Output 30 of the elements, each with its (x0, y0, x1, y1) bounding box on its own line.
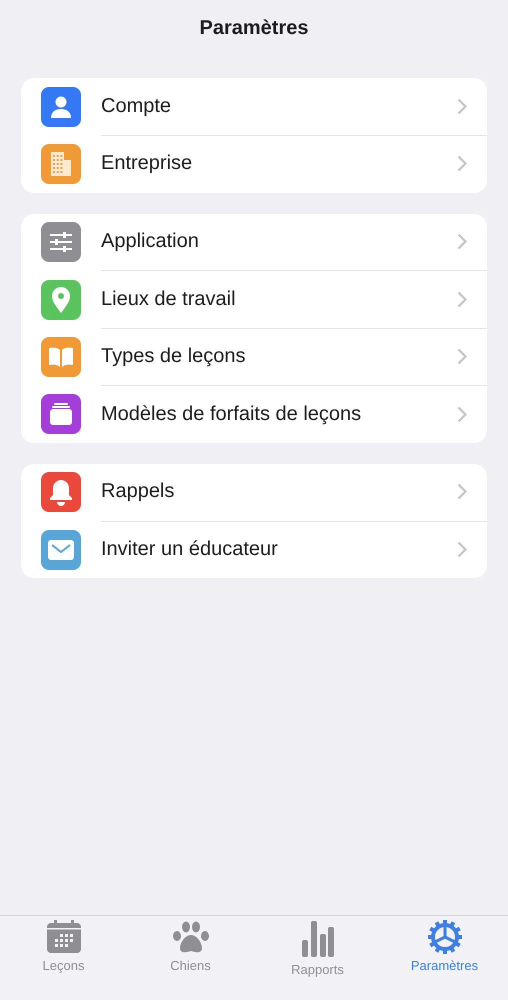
bell-icon (48, 478, 74, 506)
chevron-icon (457, 233, 467, 250)
chevron-icon (457, 348, 467, 365)
bar-chart-icon (300, 920, 334, 958)
envelope-icon (47, 538, 75, 561)
chevron-icon (457, 406, 467, 423)
settings-item[interactable]: Rappels (101, 480, 174, 504)
sliders-icon (48, 230, 74, 254)
settings-item[interactable]: Application (101, 230, 199, 254)
person-icon (48, 94, 74, 120)
calendar-icon (46, 920, 82, 954)
tab[interactable]: Paramètres (381, 916, 508, 1000)
settings-item[interactable]: Modèles de forfaits de leçons (101, 402, 362, 426)
settings-item[interactable]: Lieux de travail (101, 288, 236, 311)
paw-icon (172, 920, 210, 954)
location-pin-icon (50, 286, 72, 314)
book-icon (47, 344, 75, 369)
settings-item[interactable]: Inviter un éducateur (101, 538, 278, 562)
chevron-icon (457, 541, 467, 558)
settings-item[interactable]: Entreprise (101, 152, 192, 176)
tray-icon (48, 402, 74, 426)
chevron-icon (457, 483, 467, 500)
settings-icon (428, 920, 462, 954)
settings-item[interactable]: Types de leçons (101, 344, 246, 368)
building-icon (48, 150, 74, 178)
chevron-icon (457, 155, 467, 172)
screen-title: Paramètres (198, 16, 310, 40)
settings-item[interactable]: Compte (101, 94, 172, 118)
chevron-icon (457, 290, 467, 308)
chevron-icon (457, 98, 467, 115)
